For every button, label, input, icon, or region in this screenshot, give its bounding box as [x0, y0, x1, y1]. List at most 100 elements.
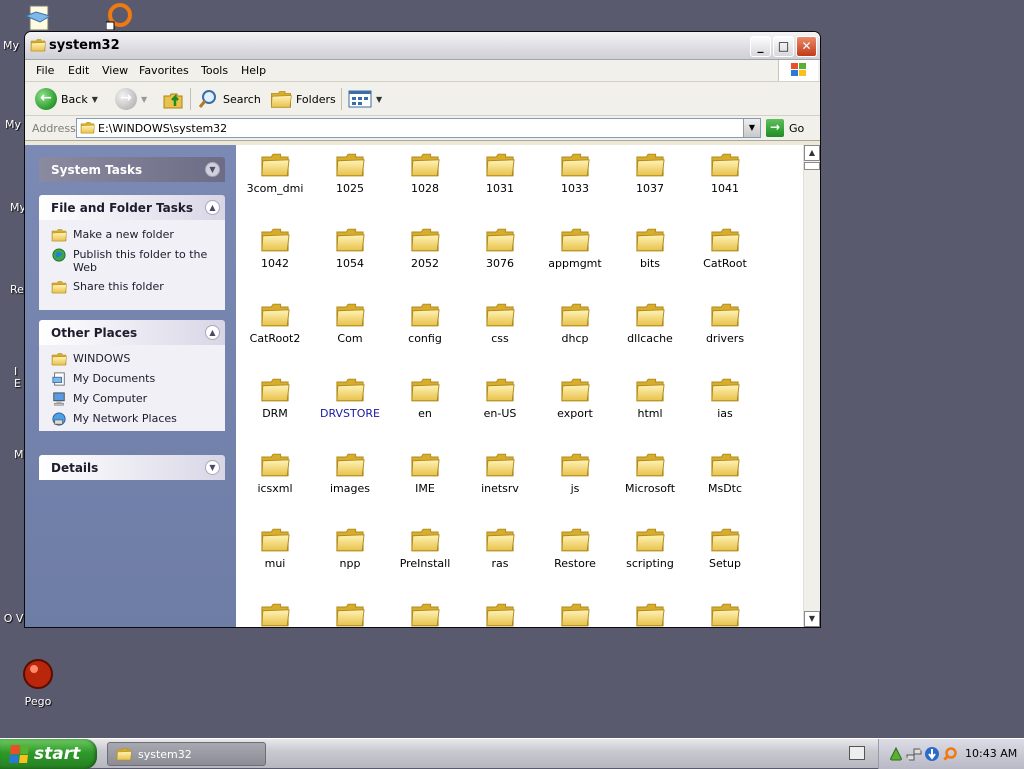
- back-button[interactable]: ← Back ▼: [35, 87, 98, 111]
- search-button[interactable]: Search: [197, 87, 261, 111]
- go-button[interactable]: → Go: [766, 119, 804, 137]
- folder-item[interactable]: 1025: [312, 151, 388, 195]
- expand-chevron-icon[interactable]: ▼: [205, 162, 220, 177]
- close-button[interactable]: ✕: [796, 36, 817, 57]
- menu-favorites[interactable]: Favorites: [139, 64, 189, 77]
- folder-item[interactable]: Microsoft: [612, 451, 688, 495]
- back-dropdown-icon[interactable]: ▼: [92, 95, 98, 104]
- folder-item[interactable]: Com: [312, 301, 388, 345]
- views-dropdown-icon[interactable]: ▼: [376, 95, 382, 104]
- task-publish-folder[interactable]: Publish this folder to the Web: [51, 248, 211, 274]
- network-connection-icon[interactable]: [906, 746, 922, 762]
- folder-item[interactable]: CatRoot: [687, 226, 763, 270]
- folder-item[interactable]: icsxml: [237, 451, 313, 495]
- folder-item[interactable]: js: [537, 451, 613, 495]
- desktop-shortcut-orange-icon[interactable]: [105, 2, 134, 33]
- up-folder-button[interactable]: [162, 87, 184, 111]
- file-folder-tasks-header[interactable]: File and Folder Tasks ▲: [39, 195, 225, 220]
- folder-item[interactable]: css: [462, 301, 538, 345]
- address-dropdown-icon[interactable]: ▼: [743, 119, 760, 137]
- task-make-new-folder[interactable]: Make a new folder: [51, 228, 174, 242]
- place-windows[interactable]: WINDOWS: [51, 352, 130, 366]
- folders-button[interactable]: Folders: [270, 87, 336, 111]
- folder-item[interactable]: inetsrv: [462, 451, 538, 495]
- folder-item[interactable]: drivers: [687, 301, 763, 345]
- place-my-documents[interactable]: My Documents: [51, 372, 155, 386]
- folder-item[interactable]: 3076: [462, 226, 538, 270]
- start-button[interactable]: start: [0, 739, 97, 769]
- title-bar[interactable]: system32 _ □ ✕: [25, 32, 820, 60]
- folder-item[interactable]: bits: [612, 226, 688, 270]
- search-icon[interactable]: [942, 746, 958, 762]
- folder-item[interactable]: en-US: [462, 376, 538, 420]
- folder-item[interactable]: MsDtc: [687, 451, 763, 495]
- keyboard-icon[interactable]: [849, 746, 865, 760]
- folder-item[interactable]: npp: [312, 526, 388, 570]
- details-header[interactable]: Details ▼: [39, 455, 225, 480]
- menu-view[interactable]: View: [102, 64, 128, 77]
- maximize-button[interactable]: □: [773, 36, 794, 57]
- folder-item[interactable]: 1028: [387, 151, 463, 195]
- folder-item[interactable]: 1041: [687, 151, 763, 195]
- folder-item[interactable]: 1033: [537, 151, 613, 195]
- folder-item[interactable]: [462, 601, 538, 627]
- folder-item[interactable]: PreInstall: [387, 526, 463, 570]
- collapse-chevron-icon[interactable]: ▲: [205, 200, 220, 215]
- folder-item[interactable]: dllcache: [612, 301, 688, 345]
- address-input[interactable]: E:\WINDOWS\system32 ▼: [76, 118, 761, 138]
- minimize-button[interactable]: _: [750, 36, 771, 57]
- vertical-scrollbar[interactable]: ▲ ▼: [803, 145, 820, 627]
- folder-item[interactable]: Restore: [537, 526, 613, 570]
- menu-edit[interactable]: Edit: [68, 64, 89, 77]
- menu-tools[interactable]: Tools: [201, 64, 228, 77]
- forward-dropdown-icon[interactable]: ▼: [141, 95, 147, 104]
- folder-item[interactable]: IME: [387, 451, 463, 495]
- folder-item[interactable]: DRVSTORE: [312, 376, 388, 420]
- folder-item[interactable]: 1031: [462, 151, 538, 195]
- folder-item[interactable]: config: [387, 301, 463, 345]
- folder-item[interactable]: [687, 601, 763, 627]
- folder-item[interactable]: [612, 601, 688, 627]
- folder-item[interactable]: Setup: [687, 526, 763, 570]
- scroll-down-icon[interactable]: ▼: [804, 611, 820, 627]
- folder-item[interactable]: ras: [462, 526, 538, 570]
- folder-item[interactable]: scripting: [612, 526, 688, 570]
- folder-item[interactable]: export: [537, 376, 613, 420]
- folder-item[interactable]: dhcp: [537, 301, 613, 345]
- folder-item[interactable]: [312, 601, 388, 627]
- folder-name: IME: [415, 482, 435, 495]
- folder-item[interactable]: 1037: [612, 151, 688, 195]
- folder-item[interactable]: [387, 601, 463, 627]
- forward-button[interactable]: → ▼: [115, 87, 147, 111]
- folder-item[interactable]: 2052: [387, 226, 463, 270]
- folder-item[interactable]: CatRoot2: [237, 301, 313, 345]
- folder-item[interactable]: en: [387, 376, 463, 420]
- folder-item[interactable]: images: [312, 451, 388, 495]
- views-button[interactable]: ▼: [348, 87, 382, 111]
- folder-item[interactable]: ias: [687, 376, 763, 420]
- folder-item[interactable]: 3com_dmi: [237, 151, 313, 195]
- desktop-icon-pego[interactable]: Pego: [0, 658, 76, 708]
- scroll-up-icon[interactable]: ▲: [804, 145, 820, 161]
- scroll-thumb[interactable]: [804, 162, 820, 170]
- folder-item[interactable]: [537, 601, 613, 627]
- expand-chevron-icon[interactable]: ▼: [205, 460, 220, 475]
- folder-item[interactable]: DRM: [237, 376, 313, 420]
- folder-item[interactable]: 1042: [237, 226, 313, 270]
- collapse-chevron-icon[interactable]: ▲: [205, 325, 220, 340]
- folder-item[interactable]: [237, 601, 313, 627]
- update-icon[interactable]: [924, 746, 940, 762]
- menu-file[interactable]: File: [36, 64, 54, 77]
- place-my-network-places[interactable]: My Network Places: [51, 412, 177, 426]
- folder-item[interactable]: mui: [237, 526, 313, 570]
- place-my-computer[interactable]: My Computer: [51, 392, 147, 406]
- folder-item[interactable]: appmgmt: [537, 226, 613, 270]
- taskbar-window-button[interactable]: system32: [107, 742, 266, 766]
- safely-remove-icon[interactable]: [888, 746, 904, 762]
- task-share-folder[interactable]: Share this folder: [51, 280, 164, 294]
- other-places-header[interactable]: Other Places ▲: [39, 320, 225, 345]
- system-tasks-header[interactable]: System Tasks ▼: [39, 157, 225, 182]
- menu-help[interactable]: Help: [241, 64, 266, 77]
- folder-item[interactable]: 1054: [312, 226, 388, 270]
- folder-item[interactable]: html: [612, 376, 688, 420]
